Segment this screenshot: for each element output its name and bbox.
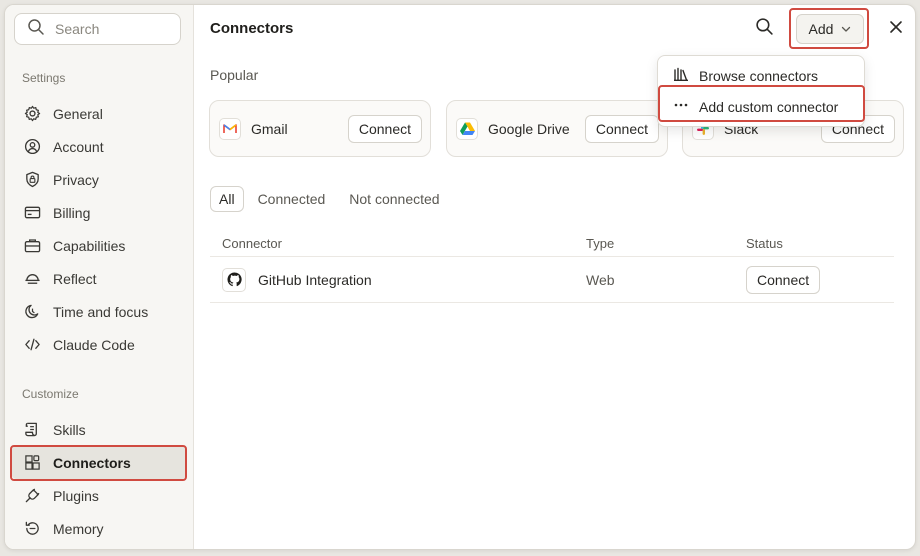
close-icon <box>889 20 903 39</box>
column-header-connector: Connector <box>222 236 282 251</box>
menu-item-label: Add custom connector <box>699 98 839 115</box>
sidebar-item-capabilities[interactable]: Capabilities <box>11 229 187 262</box>
connector-cell: GitHub Integration <box>210 267 586 292</box>
filter-tabs: All Connected Not connected <box>210 186 450 212</box>
column-header-status: Status <box>746 236 783 251</box>
google-drive-logo-icon <box>456 117 478 140</box>
google-drive-connect-button[interactable]: Connect <box>584 115 659 143</box>
library-icon <box>673 66 689 85</box>
add-button[interactable]: Add <box>796 14 864 44</box>
menu-item-add-custom-connector[interactable]: Add custom connector <box>658 91 864 122</box>
table-row[interactable]: GitHub Integration Web Connect <box>210 257 894 303</box>
sidebar-item-label: Account <box>53 138 104 155</box>
sidebar-item-billing[interactable]: Billing <box>11 196 187 229</box>
settings-window: Settings General Account Privacy Billing… <box>4 4 916 550</box>
sidebar-item-label: Claude Code <box>53 336 135 353</box>
search-icon <box>27 18 45 41</box>
horizon-icon <box>23 270 41 288</box>
sidebar-item-label: Time and focus <box>53 303 149 320</box>
github-connect-button[interactable]: Connect <box>746 265 821 294</box>
close-button[interactable] <box>884 17 908 41</box>
connector-name: Google Drive <box>488 120 570 137</box>
tab-connected[interactable]: Connected <box>248 186 336 212</box>
sidebar-item-plugins[interactable]: Plugins <box>11 479 187 512</box>
sidebar-item-label: Capabilities <box>53 237 126 254</box>
search-icon <box>755 17 774 41</box>
popular-section-label: Popular <box>210 67 259 83</box>
add-button-label: Add <box>808 21 834 37</box>
search-input[interactable] <box>55 21 175 37</box>
column-header-type: Type <box>586 236 615 251</box>
sidebar-item-connectors[interactable]: Connectors <box>11 446 187 479</box>
github-logo-icon <box>222 267 246 292</box>
sidebar-item-label: Privacy <box>53 171 99 188</box>
settings-nav: General Account Privacy Billing Capabili… <box>11 97 187 361</box>
connector-name: GitHub Integration <box>258 271 372 288</box>
connector-card-gmail: Gmail Connect <box>209 100 431 157</box>
add-dropdown-menu: Browse connectors Add custom connector <box>657 55 865 127</box>
credit-card-icon <box>23 204 41 222</box>
sidebar: Settings General Account Privacy Billing… <box>5 5 194 549</box>
connectors-table: Connector Type Status GitHub Integration… <box>210 231 894 303</box>
connector-name: Gmail <box>251 120 288 137</box>
sidebar-item-time-and-focus[interactable]: Time and focus <box>11 295 187 328</box>
sidebar-item-claude-code[interactable]: Claude Code <box>11 328 187 361</box>
tab-not-connected[interactable]: Not connected <box>339 186 449 212</box>
search-box[interactable] <box>14 13 181 45</box>
tab-all[interactable]: All <box>210 186 244 212</box>
sidebar-item-general[interactable]: General <box>11 97 187 130</box>
sidebar-item-skills[interactable]: Skills <box>11 413 187 446</box>
sidebar-item-memory[interactable]: Memory <box>11 512 187 545</box>
table-header-row: Connector Type Status <box>210 231 894 257</box>
user-circle-icon <box>23 138 41 156</box>
history-icon <box>23 520 41 538</box>
sidebar-item-label: Plugins <box>53 487 99 504</box>
plug-icon <box>23 487 41 505</box>
grid-plus-icon <box>23 454 41 472</box>
sidebar-item-privacy[interactable]: Privacy <box>11 163 187 196</box>
sidebar-item-label: General <box>53 105 103 122</box>
page-title: Connectors <box>210 20 294 37</box>
code-icon <box>23 336 41 354</box>
scroll-icon <box>23 421 41 439</box>
status-cell: Connect <box>746 265 894 294</box>
sidebar-item-label: Skills <box>53 421 86 438</box>
ellipsis-icon <box>673 97 689 116</box>
customize-section-label: Customize <box>22 387 79 401</box>
menu-item-label: Browse connectors <box>699 67 819 84</box>
sidebar-item-label: Connectors <box>53 454 131 471</box>
type-cell: Web <box>586 271 615 288</box>
sidebar-item-label: Memory <box>53 520 104 537</box>
briefcase-icon <box>23 237 41 255</box>
sidebar-item-label: Billing <box>53 204 91 221</box>
sidebar-item-reflect[interactable]: Reflect <box>11 262 187 295</box>
shield-lock-icon <box>23 171 41 189</box>
gear-icon <box>23 105 41 123</box>
settings-section-label: Settings <box>22 71 66 85</box>
search-button[interactable] <box>752 17 776 41</box>
customize-nav: Skills Connectors Plugins Memory <box>11 413 187 545</box>
gmail-connect-button[interactable]: Connect <box>347 115 422 143</box>
sidebar-item-label: Reflect <box>53 270 97 287</box>
menu-item-browse-connectors[interactable]: Browse connectors <box>658 60 864 91</box>
connector-card-google-drive: Google Drive Connect <box>446 100 668 157</box>
chevron-down-icon <box>841 21 851 37</box>
gmail-logo-icon <box>219 117 241 140</box>
moon-clock-icon <box>23 303 41 321</box>
sidebar-item-account[interactable]: Account <box>11 130 187 163</box>
